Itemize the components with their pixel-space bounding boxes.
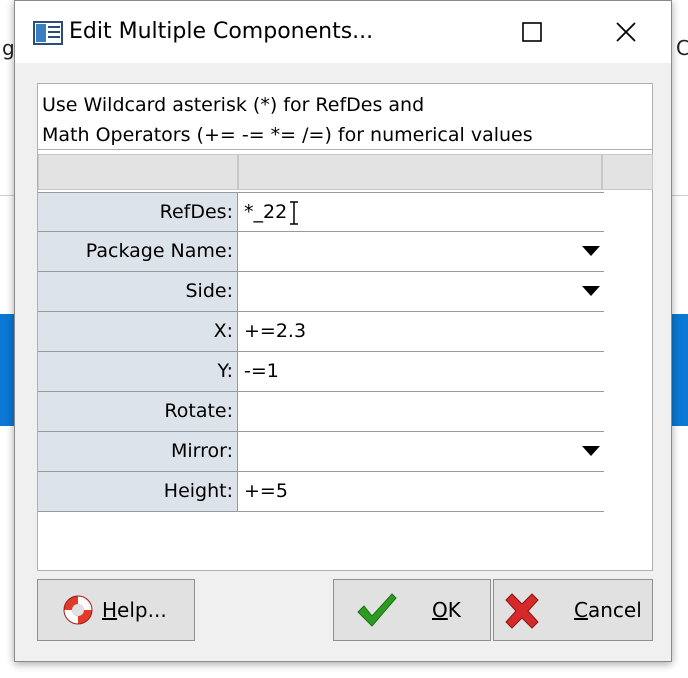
cancel-button-label: Cancel [574,598,642,622]
properties-grid: RefDes: *_22 Package Name: Side: X: +=2.… [38,192,604,512]
property-label: RefDes: [38,193,238,231]
ok-button-label: OK [432,598,461,622]
x-input[interactable]: +=2.3 [238,312,604,351]
dropdown-arrow-icon[interactable] [582,246,600,256]
y-input[interactable]: -=1 [238,352,604,391]
grid-header-label-column [38,154,238,190]
close-icon [616,22,636,42]
property-row-y: Y: -=1 [38,352,604,392]
x-value: +=2.3 [244,320,307,342]
title-bar[interactable]: Edit Multiple Components... [15,1,671,63]
refdes-input[interactable]: *_22 [238,193,604,231]
property-label: Mirror: [38,432,238,471]
refdes-value: *_22 [244,201,288,223]
dropdown-arrow-icon[interactable] [582,446,600,456]
help-mnemonic: H [102,598,118,622]
instructions-line-1: Use Wildcard asterisk (*) for RefDes and [42,94,425,116]
property-label: X: [38,312,238,351]
property-row-package-name: Package Name: [38,232,604,272]
property-label: Package Name: [38,232,238,271]
grid-header-value-column [238,154,602,190]
side-dropdown[interactable] [238,272,604,311]
mirror-dropdown[interactable] [238,432,604,471]
ok-label-rest: K [447,598,461,622]
text-cursor-icon [290,200,299,225]
property-row-refdes: RefDes: *_22 [38,192,604,232]
ok-button[interactable]: OK [333,579,491,641]
property-label: Side: [38,272,238,311]
maximize-button[interactable] [509,11,555,53]
property-row-side: Side: [38,272,604,312]
close-button[interactable] [603,11,649,53]
help-button-label: Help... [102,598,167,622]
edit-multiple-components-dialog: Edit Multiple Components... Use Wildcard… [14,0,672,662]
ok-mnemonic: O [432,598,448,622]
y-value: -=1 [244,360,279,382]
red-x-icon [505,593,539,629]
window-title: Edit Multiple Components... [69,19,374,44]
height-input[interactable]: +=5 [238,472,604,511]
property-label: Y: [38,352,238,391]
package-name-dropdown[interactable] [238,232,604,271]
cancel-label-rest: ancel [587,598,642,622]
app-window-icon [33,21,63,45]
instructions-line-2: Math Operators (+= -= *= /=) for numeric… [42,124,533,146]
height-value: +=5 [244,480,288,502]
lifebuoy-icon [63,595,93,625]
instructions-text: Use Wildcard asterisk (*) for RefDes and… [38,84,652,150]
dropdown-arrow-icon[interactable] [582,286,600,296]
property-label: Rotate: [38,392,238,431]
property-row-x: X: +=2.3 [38,312,604,352]
property-row-height: Height: +=5 [38,472,604,512]
maximize-icon [522,22,542,42]
grid-header-extra-column [602,154,653,190]
property-label: Height: [38,472,238,511]
background-text-fragment-right: C [676,36,688,60]
background-text-fragment-left: g [2,36,15,60]
cancel-mnemonic: C [574,598,588,622]
help-label-rest: elp... [117,598,167,622]
property-row-mirror: Mirror: [38,432,604,472]
cancel-button[interactable]: Cancel [493,579,653,641]
content-panel: Use Wildcard asterisk (*) for RefDes and… [37,83,653,571]
checkmark-icon [357,593,397,627]
help-button[interactable]: Help... [37,579,195,641]
property-row-rotate: Rotate: [38,392,604,432]
rotate-input[interactable] [238,392,604,431]
